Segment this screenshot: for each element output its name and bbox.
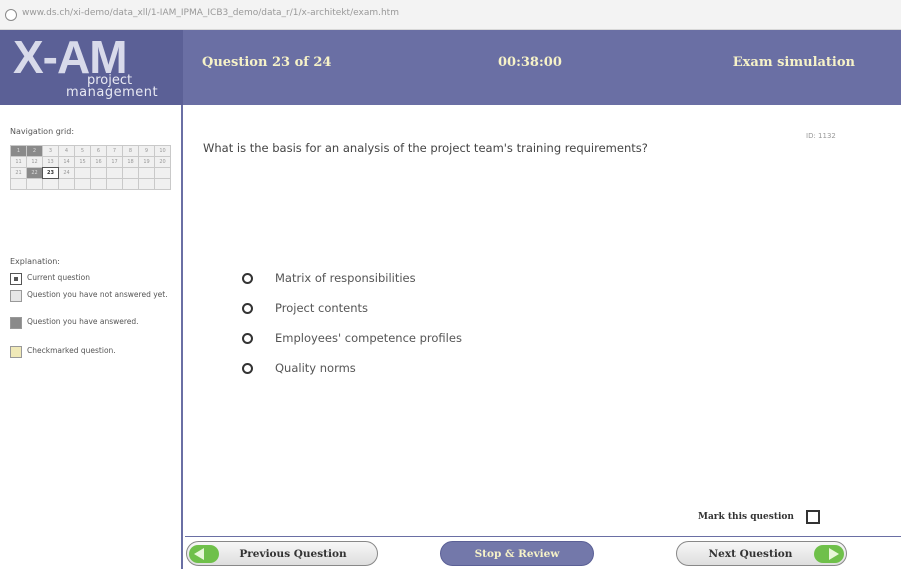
legend-marked-label: Checkmarked question. [27,346,116,355]
next-question-button[interactable]: Next Question [676,541,847,566]
grid-cell [107,179,122,189]
question-counter: Question 23 of 24 [202,55,332,70]
mark-question-label[interactable]: Mark this question [698,512,794,522]
answer-option[interactable]: Quality norms [242,353,462,383]
unanswered-swatch-icon [10,290,22,302]
exam-timer: 00:38:00 [498,55,562,70]
grid-cell[interactable]: 6 [91,146,106,156]
grid-cell [43,179,58,189]
stop-review-button[interactable]: Stop & Review [440,541,594,566]
radio-button[interactable] [242,362,253,374]
legend-answered-label: Question you have answered. [27,317,139,326]
legend-current-label: Current question [27,273,90,282]
grid-cell [139,168,154,178]
grid-cell[interactable]: 16 [91,157,106,167]
grid-cell[interactable]: 21 [11,168,26,178]
radio-button[interactable] [242,302,253,314]
grid-cell[interactable]: 5 [75,146,90,156]
logo-sub-management: management [66,85,159,100]
grid-cell [107,168,122,178]
grid-cell [75,179,90,189]
grid-cell [91,179,106,189]
grid-cell[interactable]: 8 [123,146,138,156]
question-text: What is the basis for an analysis of the… [203,141,648,155]
answer-option-label[interactable]: Quality norms [275,361,356,375]
grid-cell[interactable]: 14 [59,157,74,167]
stop-review-label[interactable]: Stop & Review [475,548,560,560]
question-id: ID: 1132 [806,132,836,140]
grid-cell[interactable]: 22 [27,168,42,178]
current-swatch-icon [10,273,22,285]
sidebar: Navigation grid: 1 2 3 4 5 6 7 8 9 10 11 12 13 14 15 16… [0,105,183,569]
page-icon [5,9,17,21]
grid-cell [155,179,170,189]
logo: X-AM project management [0,30,183,105]
previous-question-label[interactable]: Previous Question [239,548,346,560]
grid-cell[interactable]: 2 [27,146,42,156]
grid-cell[interactable]: 3 [43,146,58,156]
grid-cell[interactable]: 17 [107,157,122,167]
grid-cell[interactable]: 10 [155,146,170,156]
url-text[interactable]: www.ds.ch/xi-demo/data_xll/1-IAM_IPMA_IC… [22,8,399,18]
arrow-right-icon [814,545,844,563]
answer-option[interactable]: Project contents [242,293,462,323]
header-bar: X-AM project management Question 23 of 2… [0,30,901,105]
legend-marked: Checkmarked question. [10,346,175,358]
footer-divider [185,536,901,537]
grid-cell[interactable]: 24 [59,168,74,178]
radio-button[interactable] [242,272,253,284]
explanation-label: Explanation: [10,257,60,266]
grid-cell[interactable]: 20 [155,157,170,167]
grid-cell [59,179,74,189]
grid-cell[interactable]: 11 [11,157,26,167]
answered-swatch-icon [10,317,22,329]
marked-swatch-icon [10,346,22,358]
grid-cell[interactable]: 18 [123,157,138,167]
legend-answered: Question you have answered. [10,317,175,329]
answer-option-label[interactable]: Project contents [275,301,368,315]
grid-cell [139,179,154,189]
grid-cell[interactable]: 23 [42,167,59,179]
legend-unanswered-label: Question you have not answered yet. [27,290,168,299]
answer-option-label[interactable]: Employees' competence profiles [275,331,462,345]
answer-option-label[interactable]: Matrix of responsibilities [275,271,416,285]
exam-mode-label: Exam simulation [732,55,855,70]
answer-options: Matrix of responsibilities Project conte… [242,263,462,383]
previous-question-button[interactable]: Previous Question [186,541,378,566]
answer-option[interactable]: Matrix of responsibilities [242,263,462,293]
grid-cell[interactable]: 13 [43,157,58,167]
grid-cell [11,179,26,189]
navigation-grid: 1 2 3 4 5 6 7 8 9 10 11 12 13 14 15 16 17 18 19 20 21 22 23 24 [10,145,171,190]
grid-cell [155,168,170,178]
grid-cell[interactable]: 7 [107,146,122,156]
grid-cell [27,179,42,189]
grid-cell [75,168,90,178]
address-bar[interactable]: www.ds.ch/xi-demo/data_xll/1-IAM_IPMA_IC… [0,0,901,30]
arrow-left-icon [189,545,219,563]
grid-cell[interactable]: 12 [27,157,42,167]
grid-cell[interactable]: 4 [59,146,74,156]
grid-cell [123,168,138,178]
grid-cell [123,179,138,189]
grid-cell[interactable]: 9 [139,146,154,156]
legend-unanswered: Question you have not answered yet. [10,290,175,302]
navigation-grid-label: Navigation grid: [10,127,75,136]
next-question-label[interactable]: Next Question [709,548,793,560]
grid-cell [91,168,106,178]
mark-question[interactable]: Mark this question [698,510,820,524]
grid-cell[interactable]: 1 [11,146,26,156]
radio-button[interactable] [242,332,253,344]
answer-option[interactable]: Employees' competence profiles [242,323,462,353]
grid-cell[interactable]: 19 [139,157,154,167]
grid-cell[interactable]: 15 [75,157,90,167]
legend-current: Current question [10,273,175,285]
mark-question-checkbox[interactable] [805,510,820,524]
